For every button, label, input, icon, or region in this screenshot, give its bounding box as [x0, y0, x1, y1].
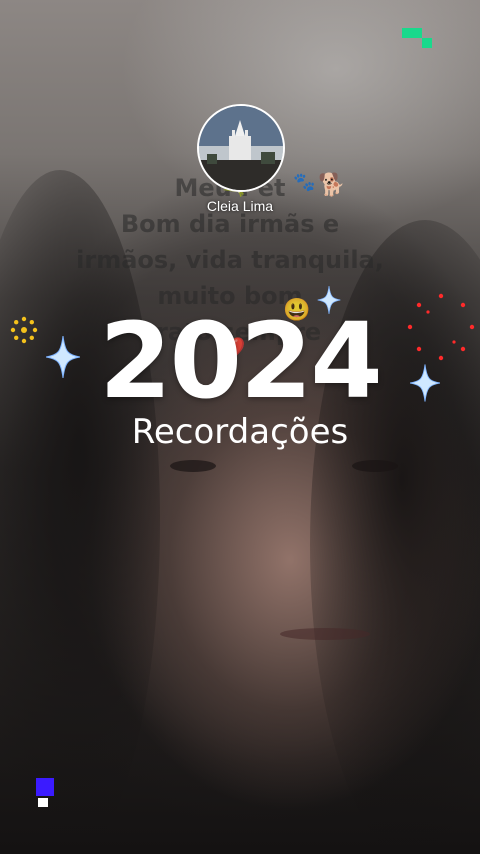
profile-name[interactable]: Cleia Lima: [140, 198, 340, 214]
sparkle-icon: [410, 364, 440, 402]
sparkle-icon: [317, 286, 341, 314]
caption-line: irmãos, vida tranquila,: [76, 246, 384, 274]
photo-detail: [352, 460, 398, 472]
pixel-blocks-icon: [402, 28, 432, 48]
profile-avatar[interactable]: [197, 104, 285, 192]
sparkle-icon: [46, 336, 80, 378]
firework-dots-icon: [407, 293, 475, 361]
paw-emoji-icon: 🐾: [293, 172, 316, 192]
photo-detail: [280, 628, 370, 640]
pixel-blocks-icon: [36, 778, 54, 807]
church-photo-icon: [199, 106, 283, 190]
photo-detail: [170, 460, 216, 472]
year-title: 2024: [99, 300, 382, 422]
dog-emoji-icon: 🐕: [318, 172, 346, 197]
sun-dots-icon: [10, 316, 38, 344]
status-viewer[interactable]: Meu Pet Bom dia irmãs e irmãos, vida tra…: [0, 0, 480, 854]
memories-subtitle: Recordações: [131, 412, 349, 452]
